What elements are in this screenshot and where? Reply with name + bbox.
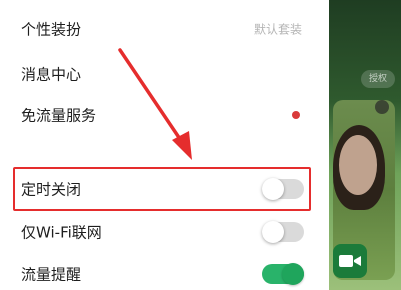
notification-dot (292, 111, 300, 119)
video-camera-icon[interactable] (333, 244, 367, 278)
settings-row-personal-theme[interactable]: 个性装扮 默认套装 (0, 7, 329, 51)
background-pill: 授权 (361, 70, 395, 88)
wifi-only-toggle[interactable] (262, 221, 304, 243)
highlight-box (13, 167, 311, 211)
free-data-service-label: 免流量服务 (21, 106, 97, 125)
personal-theme-label: 个性装扮 (21, 20, 82, 39)
data-alert-toggle[interactable] (262, 263, 304, 285)
personal-theme-value: 默认套装 (253, 22, 302, 37)
wifi-only-label: 仅Wi-Fi联网 (21, 223, 102, 242)
message-center-label: 消息中心 (21, 65, 82, 84)
settings-row-free-data-service[interactable]: 免流量服务 (0, 93, 329, 137)
background-app-panel: 授权 (329, 0, 401, 290)
toggle-knob (262, 221, 284, 243)
background-dot (375, 100, 389, 114)
settings-drawer: 个性装扮 默认套装 消息中心 免流量服务 定时关闭 仅Wi-Fi联网 流量提醒 (0, 0, 329, 290)
background-person-face (339, 135, 377, 195)
toggle-knob (282, 263, 304, 285)
settings-row-message-center[interactable]: 消息中心 (0, 52, 329, 96)
settings-row-wifi-only[interactable]: 仅Wi-Fi联网 (0, 210, 329, 254)
settings-row-data-alert[interactable]: 流量提醒 (0, 252, 329, 290)
data-alert-label: 流量提醒 (21, 265, 82, 284)
